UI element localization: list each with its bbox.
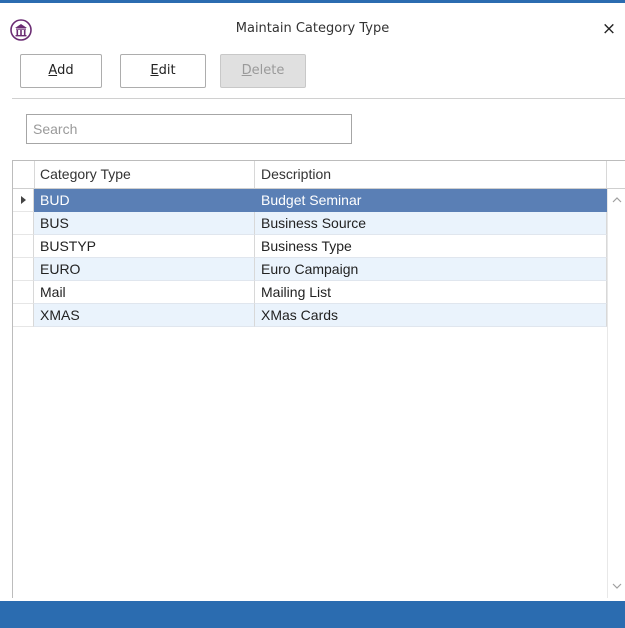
table-row[interactable]: Mail Mailing List bbox=[13, 281, 607, 304]
cell-category-type[interactable]: BUSTYP bbox=[34, 235, 255, 258]
add-button-label: dd bbox=[57, 63, 74, 78]
title-bar: Maintain Category Type × bbox=[0, 3, 625, 45]
table-row[interactable]: EURO Euro Campaign bbox=[13, 258, 607, 281]
cell-category-type[interactable]: XMAS bbox=[34, 304, 255, 327]
row-selector-arrow-icon bbox=[21, 196, 26, 204]
category-type-grid: Category Type Description BUD Budget Sem… bbox=[12, 160, 625, 598]
cell-description[interactable]: Euro Campaign bbox=[255, 258, 607, 281]
grid-header: Category Type Description bbox=[13, 161, 625, 189]
add-button[interactable]: Add bbox=[20, 54, 102, 88]
cell-category-type[interactable]: BUS bbox=[34, 212, 255, 235]
delete-button: Delete bbox=[220, 54, 306, 88]
chevron-up-icon[interactable] bbox=[612, 195, 622, 205]
row-selector[interactable] bbox=[13, 304, 34, 327]
chevron-down-icon[interactable] bbox=[612, 581, 622, 591]
row-selector[interactable] bbox=[13, 281, 34, 304]
vertical-scrollbar[interactable] bbox=[607, 189, 625, 598]
window-title: Maintain Category Type bbox=[235, 21, 390, 36]
column-header-category-type[interactable]: Category Type bbox=[34, 161, 255, 188]
header-selector-column bbox=[13, 161, 35, 188]
row-selector[interactable] bbox=[13, 235, 34, 258]
cell-category-type[interactable]: BUD bbox=[34, 189, 255, 212]
table-row[interactable]: BUSTYP Business Type bbox=[13, 235, 607, 258]
cell-category-type[interactable]: EURO bbox=[34, 258, 255, 281]
delete-button-label: elete bbox=[251, 63, 285, 78]
toolbar: Add Edit Delete bbox=[0, 54, 625, 94]
edit-button-label: dit bbox=[158, 63, 176, 78]
table-row[interactable]: BUS Business Source bbox=[13, 212, 607, 235]
cell-description[interactable]: Mailing List bbox=[255, 281, 607, 304]
table-row[interactable]: XMAS XMas Cards bbox=[13, 304, 607, 327]
close-icon[interactable]: × bbox=[598, 18, 620, 40]
maintain-category-type-window: Maintain Category Type × Add Edit Delete… bbox=[0, 0, 625, 628]
add-button-mnemonic: A bbox=[48, 63, 58, 78]
column-header-description[interactable]: Description bbox=[255, 161, 607, 188]
cell-description[interactable]: Business Source bbox=[255, 212, 607, 235]
cell-description[interactable]: Budget Seminar bbox=[255, 189, 607, 212]
cell-description[interactable]: XMas Cards bbox=[255, 304, 607, 327]
table-row[interactable]: BUD Budget Seminar bbox=[13, 189, 607, 212]
search-input[interactable] bbox=[26, 114, 352, 144]
cell-category-type[interactable]: Mail bbox=[34, 281, 255, 304]
edit-button-mnemonic: E bbox=[150, 63, 159, 78]
edit-button[interactable]: Edit bbox=[120, 54, 206, 88]
delete-button-mnemonic: D bbox=[241, 63, 252, 78]
row-selector[interactable] bbox=[13, 258, 34, 281]
toolbar-divider bbox=[12, 98, 625, 99]
status-bar bbox=[0, 601, 625, 628]
row-selector[interactable] bbox=[13, 189, 34, 212]
row-selector[interactable] bbox=[13, 212, 34, 235]
cell-description[interactable]: Business Type bbox=[255, 235, 607, 258]
